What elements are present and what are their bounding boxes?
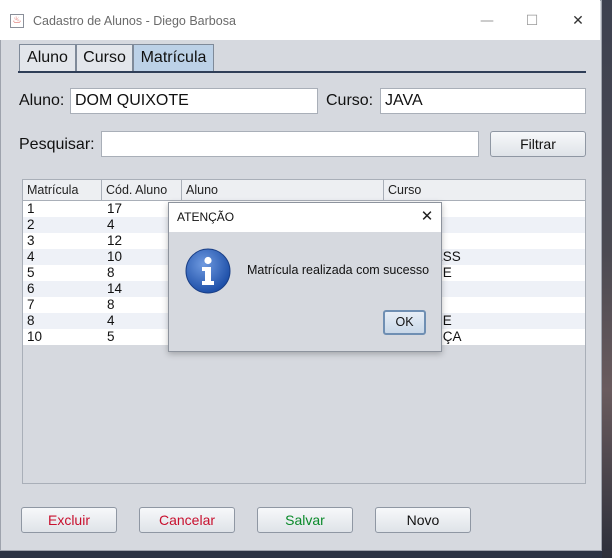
- cell-matricula: 2: [27, 217, 35, 232]
- cell-cod-aluno: 5: [107, 329, 115, 344]
- desktop-background: [602, 0, 612, 558]
- maximize-button[interactable]: ☐: [521, 10, 543, 32]
- ok-button[interactable]: OK: [383, 310, 426, 335]
- excluir-button[interactable]: Excluir: [21, 507, 117, 533]
- cell-cod-aluno: 4: [107, 217, 115, 232]
- curso-field[interactable]: JAVA: [380, 88, 586, 114]
- tab-aluno[interactable]: Aluno: [19, 44, 76, 71]
- cell-cod-aluno: 8: [107, 265, 115, 280]
- dialog-message: Matrícula realizada com sucesso: [247, 263, 430, 277]
- java-cup-icon: ♨: [10, 14, 24, 28]
- cell-matricula: 8: [27, 313, 35, 328]
- dialog-title: ATENÇÃO: [177, 210, 235, 224]
- cancelar-button[interactable]: Cancelar: [139, 507, 235, 533]
- column-header-curso[interactable]: Curso: [384, 180, 585, 201]
- column-header-matricula[interactable]: Matrícula: [23, 180, 102, 201]
- cell-cod-aluno: 8: [107, 297, 115, 312]
- info-icon: [185, 248, 231, 294]
- novo-button[interactable]: Novo: [375, 507, 471, 533]
- aluno-field[interactable]: DOM QUIXOTE: [70, 88, 318, 114]
- dialog-close-button[interactable]: ✕: [416, 205, 438, 227]
- cell-matricula: 1: [27, 201, 35, 216]
- cell-matricula: 3: [27, 233, 35, 248]
- salvar-button[interactable]: Salvar: [257, 507, 353, 533]
- cell-matricula: 10: [27, 329, 43, 344]
- window-title: Cadastro de Alunos - Diego Barbosa: [33, 14, 236, 28]
- tab-curso[interactable]: Curso: [76, 44, 133, 71]
- cell-cod-aluno: 17: [107, 201, 123, 216]
- cell-matricula: 5: [27, 265, 35, 280]
- pesquisar-label: Pesquisar:: [19, 136, 95, 153]
- cell-cod-aluno: 12: [107, 233, 123, 248]
- cell-matricula: 4: [27, 249, 35, 264]
- filtrar-button[interactable]: Filtrar: [490, 131, 586, 157]
- minimize-button[interactable]: —: [476, 10, 498, 32]
- tab-underline: [18, 71, 586, 73]
- aluno-label: Aluno:: [19, 92, 65, 109]
- curso-label: Curso:: [326, 92, 374, 109]
- cell-cod-aluno: 14: [107, 281, 123, 296]
- cell-matricula: 7: [27, 297, 35, 312]
- column-header-aluno[interactable]: Aluno: [182, 180, 384, 201]
- close-button[interactable]: ✕: [567, 10, 589, 32]
- cell-matricula: 6: [27, 281, 35, 296]
- search-input[interactable]: [101, 131, 479, 157]
- cell-cod-aluno: 4: [107, 313, 115, 328]
- cell-cod-aluno: 10: [107, 249, 123, 264]
- tab-matricula[interactable]: Matrícula: [133, 44, 214, 72]
- column-header-cod-aluno[interactable]: Cód. Aluno: [102, 180, 182, 201]
